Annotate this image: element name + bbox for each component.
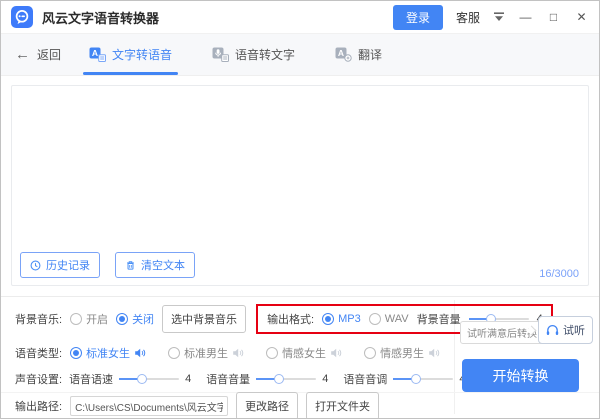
radio-circle-icon bbox=[70, 313, 82, 325]
speech-rate-value: 4 bbox=[185, 373, 191, 385]
slider-knob[interactable] bbox=[411, 374, 421, 384]
clear-label: 清空文本 bbox=[141, 257, 185, 273]
output-path-row: 输出路径: 更改路径 打开文件夹 bbox=[15, 395, 379, 417]
speech-pitch-label: 语音音调 bbox=[343, 371, 387, 387]
translate-icon: A bbox=[335, 47, 352, 62]
format-mp3-label: MP3 bbox=[338, 313, 361, 325]
app-logo-icon bbox=[11, 6, 33, 28]
voice-option-label: 标准男生 bbox=[184, 345, 228, 361]
tab-bar: ← 返回 A 文字转语音 bbox=[1, 33, 599, 76]
bgm-off-radio[interactable]: 关闭 bbox=[116, 311, 154, 327]
tab-label: 语音转文字 bbox=[235, 46, 295, 63]
voice-emo-female-radio[interactable]: 情感女生 bbox=[266, 345, 326, 361]
tab-label: 文字转语音 bbox=[112, 46, 172, 63]
bg-volume-label: 背景音量 bbox=[417, 311, 461, 327]
change-path-button[interactable]: 更改路径 bbox=[236, 392, 298, 419]
radio-circle-icon bbox=[116, 313, 128, 325]
close-button[interactable]: ✕ bbox=[574, 11, 589, 23]
voice-type-row: 语音类型: 标准女生 标准男生 bbox=[15, 342, 454, 364]
speech-volume-slider[interactable] bbox=[256, 373, 316, 385]
output-path-label: 输出路径: bbox=[15, 398, 62, 414]
slider-knob[interactable] bbox=[274, 374, 284, 384]
speaker-icon[interactable] bbox=[134, 347, 146, 359]
speech-volume-value: 4 bbox=[322, 373, 328, 385]
row-divider bbox=[1, 392, 599, 393]
open-folder-button[interactable]: 打开文件夹 bbox=[306, 392, 379, 419]
speech-pitch-slider[interactable] bbox=[393, 373, 453, 385]
tab-label: 翻译 bbox=[358, 46, 382, 63]
titlebar-actions: 登录 客服 — □ ✕ bbox=[393, 5, 589, 30]
minimize-button[interactable]: — bbox=[518, 11, 533, 23]
bgm-on-label: 开启 bbox=[86, 311, 108, 327]
app-title: 风云文字语音转换器 bbox=[42, 8, 159, 27]
radio-circle-icon bbox=[369, 313, 381, 325]
svg-text:A: A bbox=[92, 48, 98, 58]
tab-text-to-speech[interactable]: A 文字转语音 bbox=[85, 34, 176, 75]
radio-circle-icon bbox=[168, 347, 180, 359]
svg-text:A: A bbox=[338, 48, 344, 58]
clock-icon bbox=[30, 260, 41, 271]
bgm-off-label: 关闭 bbox=[132, 311, 154, 327]
choose-bgm-button[interactable]: 选中背景音乐 bbox=[162, 305, 246, 333]
support-link[interactable]: 客服 bbox=[456, 9, 480, 26]
history-label: 历史记录 bbox=[46, 257, 90, 273]
headphones-icon bbox=[546, 324, 559, 336]
login-button[interactable]: 登录 bbox=[393, 5, 443, 30]
speaker-icon[interactable] bbox=[330, 347, 342, 359]
panel-actions: 历史记录 清空文本 bbox=[20, 252, 195, 278]
char-counter: 16/3000 bbox=[539, 268, 579, 280]
voice-option-label: 情感女生 bbox=[282, 345, 326, 361]
speech-to-text-icon bbox=[212, 47, 229, 62]
tab-translate[interactable]: A 翻译 bbox=[331, 34, 386, 75]
voice-std-female-radio[interactable]: 标准女生 bbox=[70, 345, 130, 361]
back-label: 返回 bbox=[37, 46, 61, 63]
speech-volume-label: 语音音量 bbox=[206, 371, 250, 387]
format-wav-label: WAV bbox=[385, 313, 409, 325]
clear-text-button[interactable]: 清空文本 bbox=[115, 252, 195, 278]
title-bar: 风云文字语音转换器 登录 客服 — □ ✕ bbox=[1, 1, 599, 33]
trash-icon bbox=[125, 260, 136, 271]
radio-circle-icon bbox=[364, 347, 376, 359]
radio-circle-icon bbox=[322, 313, 334, 325]
tooltip-text: 试听满意后转换 bbox=[467, 325, 537, 340]
preview-label: 试听 bbox=[563, 322, 585, 338]
speaker-icon[interactable] bbox=[232, 347, 244, 359]
speech-rate-label: 语音语速 bbox=[69, 371, 113, 387]
menu-dropdown-icon[interactable] bbox=[493, 12, 505, 22]
app-window: 风云文字语音转换器 登录 客服 — □ ✕ ← 返回 A bbox=[0, 0, 600, 419]
voice-std-male-radio[interactable]: 标准男生 bbox=[168, 345, 228, 361]
back-arrow-icon: ← bbox=[15, 46, 30, 63]
preview-button[interactable]: 试听 bbox=[538, 316, 593, 344]
sound-settings-row: 声音设置: 语音语速 4 语音音量 4 语音音调 bbox=[15, 368, 473, 390]
speaker-icon[interactable] bbox=[428, 347, 440, 359]
slider-knob[interactable] bbox=[137, 374, 147, 384]
maximize-button[interactable]: □ bbox=[546, 11, 561, 23]
text-input-area[interactable]: 历史记录 清空文本 16/3000 bbox=[11, 85, 589, 286]
radio-circle-icon bbox=[266, 347, 278, 359]
voice-option-label: 情感男生 bbox=[380, 345, 424, 361]
voice-option-label: 标准女生 bbox=[86, 345, 130, 361]
voice-emo-male-radio[interactable]: 情感男生 bbox=[364, 345, 424, 361]
voice-type-label: 语音类型: bbox=[15, 345, 62, 361]
format-label: 输出格式: bbox=[267, 311, 314, 327]
section-divider bbox=[1, 296, 599, 297]
back-button[interactable]: ← 返回 bbox=[15, 46, 61, 63]
output-path-input[interactable] bbox=[70, 396, 228, 416]
sound-settings-label: 声音设置: bbox=[15, 371, 62, 387]
tab-speech-to-text[interactable]: 语音转文字 bbox=[208, 34, 299, 75]
speech-rate-slider[interactable] bbox=[119, 373, 179, 385]
format-mp3-radio[interactable]: MP3 bbox=[322, 313, 361, 325]
bgm-label: 背景音乐: bbox=[15, 311, 62, 327]
bgm-on-radio[interactable]: 开启 bbox=[70, 311, 108, 327]
history-button[interactable]: 历史记录 bbox=[20, 252, 100, 278]
text-to-speech-icon: A bbox=[89, 47, 106, 62]
radio-circle-icon bbox=[70, 347, 82, 359]
start-convert-button[interactable]: 开始转换 bbox=[462, 359, 579, 392]
format-wav-radio[interactable]: WAV bbox=[369, 313, 409, 325]
